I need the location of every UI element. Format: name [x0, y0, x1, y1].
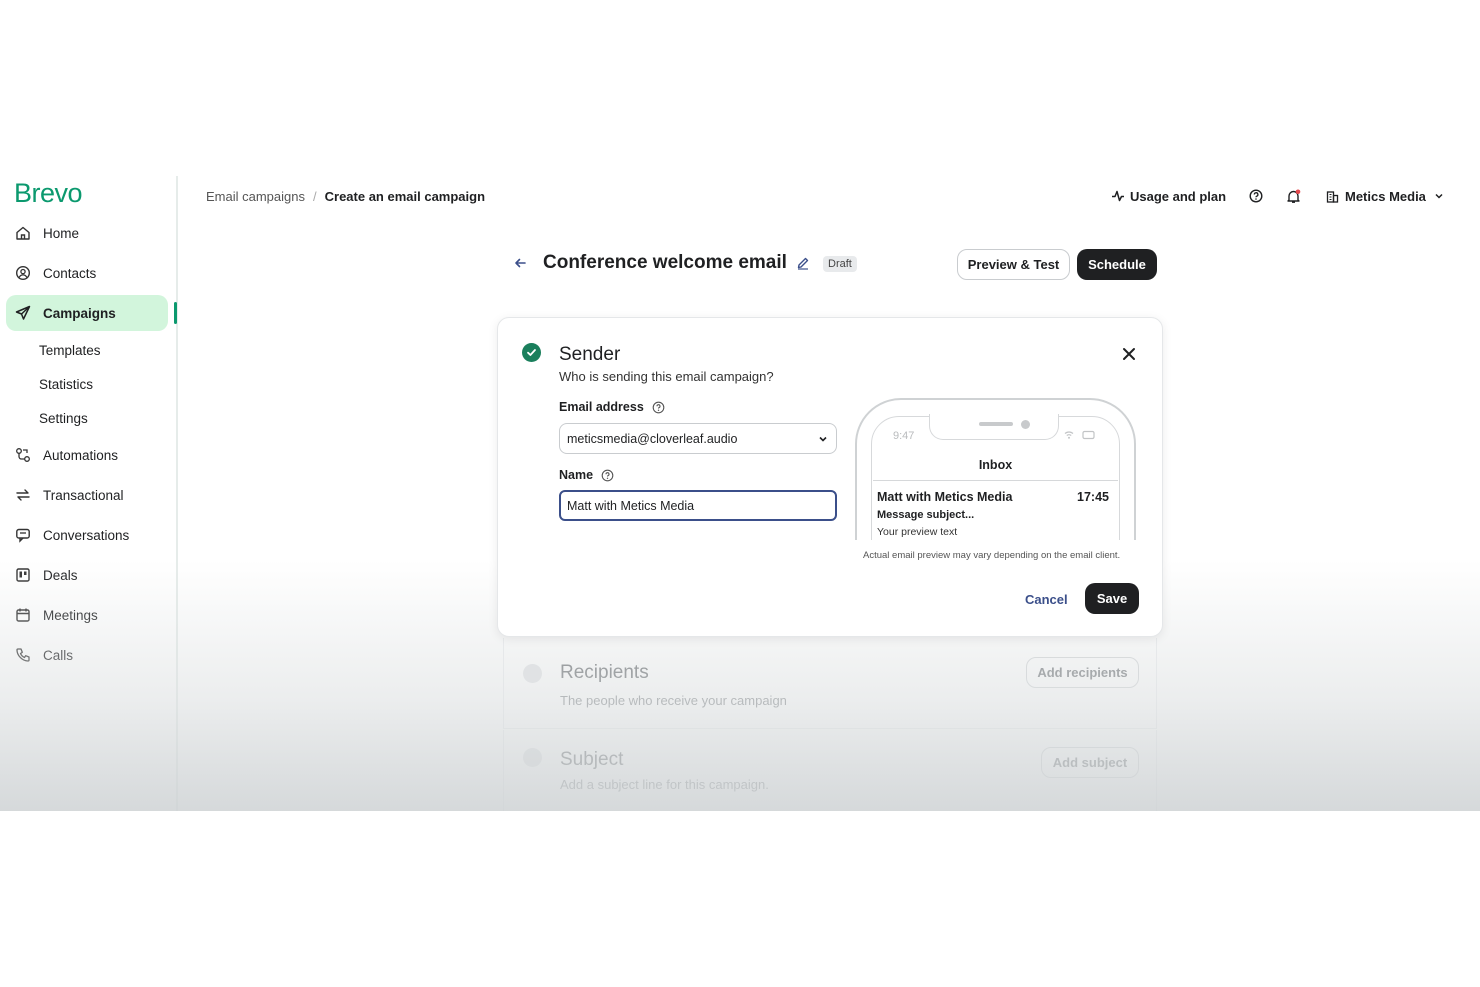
- recipients-step: Recipients The people who receive your c…: [503, 638, 1157, 729]
- sidebar-item-automations[interactable]: Automations: [6, 437, 168, 473]
- sidebar-item-label: Deals: [43, 567, 78, 583]
- name-label-text: Name: [559, 468, 594, 482]
- subject-step: Subject Add a subject line for this camp…: [503, 730, 1157, 811]
- page-title: Conference welcome email: [543, 252, 787, 273]
- email-address-label-text: Email address: [559, 400, 644, 414]
- sidebar-item-label: Transactional: [43, 487, 124, 503]
- inbox-divider: [873, 480, 1118, 481]
- preview-sender: Matt with Metics Media: [877, 490, 1013, 504]
- preview-time: 17:45: [1077, 490, 1109, 504]
- step-title: Recipients: [560, 662, 649, 683]
- wifi-battery-icons: [1063, 428, 1101, 446]
- sidebar-item-campaigns[interactable]: Campaigns: [6, 295, 168, 331]
- chat-icon: [14, 526, 32, 544]
- sidebar-item-label: Conversations: [43, 527, 130, 543]
- breadcrumb: Email campaigns / Create an email campai…: [206, 189, 485, 204]
- sidebar-item-label: Contacts: [43, 265, 97, 281]
- cancel-button[interactable]: Cancel: [1025, 592, 1068, 607]
- help-icon: [1249, 189, 1263, 203]
- save-button[interactable]: Save: [1085, 583, 1139, 614]
- close-button[interactable]: [1122, 347, 1136, 366]
- step-subtitle: Add a subject line for this campaign.: [560, 777, 769, 792]
- help-icon[interactable]: [601, 469, 614, 482]
- sidebar-item-meetings[interactable]: Meetings: [6, 597, 168, 633]
- account-menu[interactable]: Metics Media: [1326, 186, 1444, 206]
- email-address-value: meticsmedia@cloverleaf.audio: [567, 431, 738, 446]
- building-icon: [1326, 190, 1339, 203]
- email-preview-phone: 9:47 Inbox Matt with Metics Media 17:45 …: [855, 398, 1136, 540]
- breadcrumb-separator: /: [313, 189, 317, 204]
- sidebar: Brevo Home Contacts Campaigns Templates …: [0, 176, 178, 811]
- schedule-button[interactable]: Schedule: [1077, 249, 1157, 280]
- sidebar-item-calls[interactable]: Calls: [6, 637, 168, 673]
- sender-title: Sender: [559, 344, 621, 365]
- sidebar-item-label: Meetings: [43, 607, 98, 623]
- send-icon: [14, 304, 32, 322]
- breadcrumb-current: Create an email campaign: [324, 189, 486, 204]
- account-name: Metics Media: [1345, 188, 1426, 204]
- sidebar-item-home[interactable]: Home: [6, 215, 168, 251]
- breadcrumb-parent[interactable]: Email campaigns: [206, 189, 305, 204]
- automation-icon: [14, 446, 32, 464]
- usage-and-plan-link[interactable]: Usage and plan: [1111, 186, 1226, 206]
- status-badge: Draft: [823, 256, 857, 272]
- help-icon[interactable]: [652, 401, 665, 414]
- step-title: Subject: [560, 749, 624, 770]
- home-icon: [14, 224, 32, 242]
- chevron-down-icon: [1434, 191, 1444, 201]
- phone-camera: [1021, 420, 1030, 429]
- sender-subtitle: Who is sending this email campaign?: [559, 369, 774, 384]
- name-input[interactable]: Matt with Metics Media: [559, 490, 837, 521]
- sender-card: Sender Who is sending this email campaig…: [497, 317, 1163, 637]
- sidebar-item-transactional[interactable]: Transactional: [6, 477, 168, 513]
- transactional-icon: [14, 486, 32, 504]
- sidebar-item-label: Automations: [43, 447, 119, 463]
- check-circle-icon: [522, 343, 541, 362]
- sidebar-item-contacts[interactable]: Contacts: [6, 255, 168, 291]
- help-button[interactable]: [1249, 186, 1263, 206]
- email-address-select[interactable]: meticsmedia@cloverleaf.audio: [559, 423, 837, 454]
- sidebar-item-label: Home: [43, 225, 80, 241]
- preview-text: Your preview text: [877, 526, 958, 538]
- chevron-down-icon: [818, 434, 828, 444]
- usage-label: Usage and plan: [1130, 188, 1227, 204]
- deals-icon: [14, 566, 32, 584]
- pencil-icon: [796, 257, 810, 274]
- calendar-icon: [14, 606, 32, 624]
- step-status-icon: [523, 748, 542, 767]
- edit-title-button[interactable]: [796, 256, 810, 275]
- sidebar-item-label: Campaigns: [43, 305, 116, 321]
- step-subtitle: The people who receive your campaign: [560, 693, 787, 708]
- activity-icon: [1111, 189, 1125, 203]
- active-indicator: [174, 302, 177, 324]
- preview-test-button[interactable]: Preview & Test: [957, 249, 1070, 280]
- back-button[interactable]: [513, 256, 527, 274]
- arrow-left-icon: [513, 257, 527, 274]
- close-icon: [1122, 348, 1136, 365]
- sidebar-subitem-templates[interactable]: Templates: [39, 343, 101, 358]
- add-subject-button[interactable]: Add subject: [1041, 747, 1139, 778]
- bell-icon: [1286, 189, 1301, 204]
- contacts-icon: [14, 264, 32, 282]
- sidebar-item-conversations[interactable]: Conversations: [6, 517, 168, 553]
- add-recipients-button[interactable]: Add recipients: [1026, 657, 1139, 688]
- name-label: Name: [559, 468, 614, 482]
- step-status-icon: [523, 664, 542, 683]
- sidebar-item-label: Calls: [43, 647, 74, 663]
- sidebar-item-deals[interactable]: Deals: [6, 557, 168, 593]
- brevo-logo[interactable]: Brevo: [14, 178, 83, 209]
- preview-disclaimer: Actual email preview may vary depending …: [863, 550, 1121, 561]
- sidebar-subitem-settings[interactable]: Settings: [39, 411, 88, 426]
- phone-speaker: [979, 422, 1013, 426]
- phone-icon: [14, 646, 32, 664]
- inbox-heading: Inbox: [978, 458, 1013, 472]
- notifications-button[interactable]: [1286, 186, 1301, 206]
- email-address-label: Email address: [559, 400, 665, 414]
- preview-subject: Message subject...: [877, 509, 975, 521]
- phone-notch: [929, 414, 1059, 440]
- phone-time: 9:47: [893, 430, 915, 442]
- sidebar-subitem-statistics[interactable]: Statistics: [39, 377, 93, 392]
